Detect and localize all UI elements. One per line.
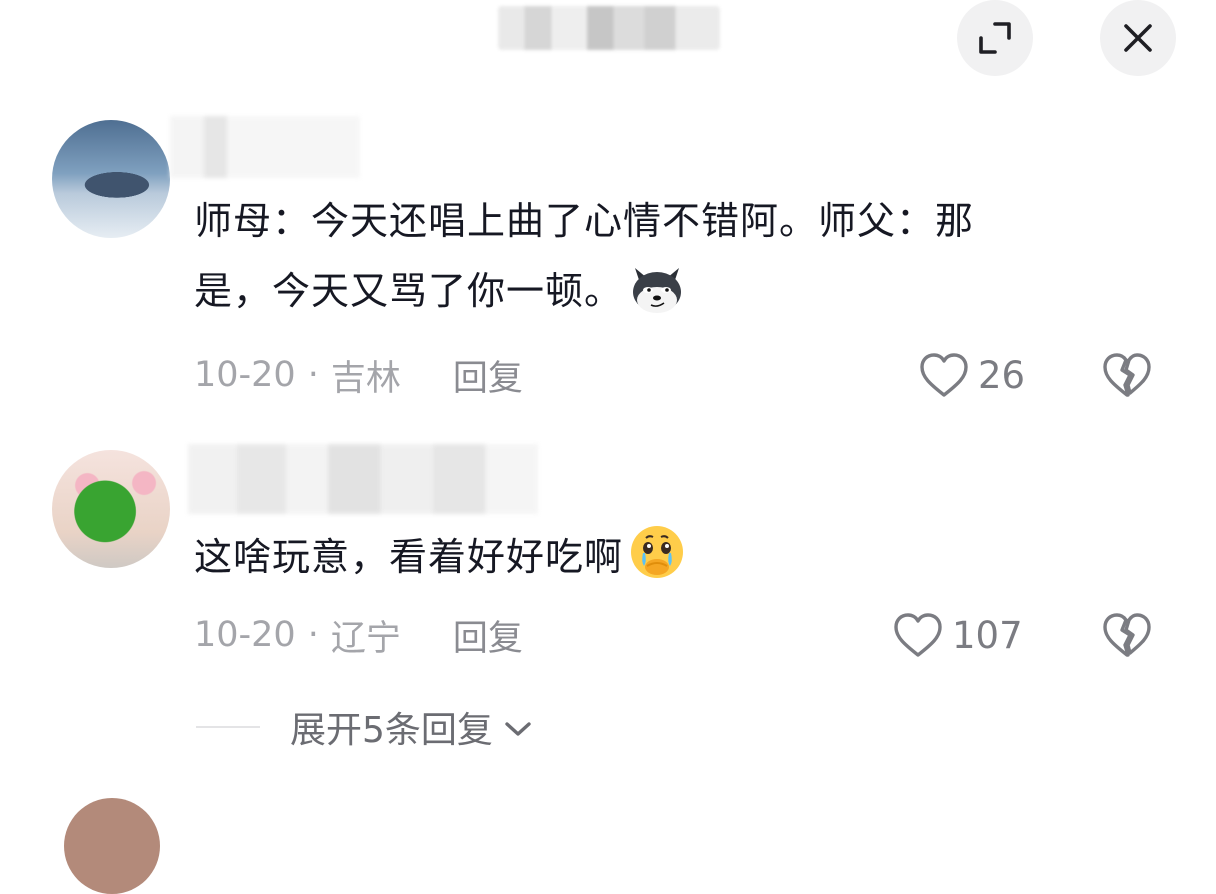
heart-icon — [894, 613, 942, 657]
heart-icon — [920, 353, 968, 397]
like-button[interactable]: 107 — [892, 610, 1023, 660]
comment-line-text: 是，今天又骂了你一顿。 — [194, 269, 624, 313]
avatar[interactable] — [52, 450, 170, 568]
holding-back-tears-emoji-icon — [631, 526, 684, 578]
comment-location: 吉林 — [330, 358, 401, 399]
broken-heart-icon — [1103, 613, 1151, 657]
blurred-username — [188, 444, 538, 514]
blurred-title — [498, 6, 720, 50]
expand-icon — [979, 22, 1011, 54]
like-count: 107 — [952, 613, 1023, 657]
meta-separator: · — [307, 615, 319, 655]
comment-meta: 10-20 · 辽宁 回复 — [194, 610, 523, 660]
comment-location: 辽宁 — [330, 618, 401, 659]
chevron-down-icon — [505, 722, 531, 736]
dislike-button[interactable] — [1100, 350, 1154, 400]
reply-button[interactable]: 回复 — [453, 350, 523, 401]
expand-replies-label: 展开5条回复 — [290, 710, 493, 751]
comment-text: 这啥玩意，看着好好吃啊 — [194, 522, 1164, 592]
comment-line-text: 这啥玩意，看着好好吃啊 — [194, 535, 624, 579]
smirking-husky-emoji-icon — [633, 268, 682, 313]
like-button[interactable]: 26 — [918, 350, 1025, 400]
comment-line: 师母：今天还唱上曲了心情不错阿。师父：那 — [194, 199, 975, 243]
comment-line: 这啥玩意，看着好好吃啊 — [194, 522, 1164, 592]
expand-button[interactable] — [957, 0, 1033, 76]
comment-date: 10-20 — [194, 355, 296, 395]
broken-heart-icon — [1103, 353, 1151, 397]
divider-line — [196, 726, 260, 728]
comment-line: 是，今天又骂了你一顿。 — [194, 256, 1164, 326]
close-button[interactable] — [1100, 0, 1176, 76]
expand-replies-button[interactable]: 展开5条回复 — [196, 700, 533, 754]
avatar[interactable] — [64, 798, 160, 894]
meta-separator: · — [307, 355, 319, 395]
comment-date: 10-20 — [194, 615, 296, 655]
blurred-username — [170, 116, 360, 178]
comment-meta: 10-20 · 吉林 回复 — [194, 350, 523, 400]
reply-button[interactable]: 回复 — [453, 610, 523, 661]
comment-text: 师母：今天还唱上曲了心情不错阿。师父：那 是，今天又骂了你一顿。 — [194, 186, 1164, 326]
dislike-button[interactable] — [1100, 610, 1154, 660]
like-count: 26 — [978, 353, 1026, 397]
close-icon — [1124, 24, 1152, 52]
avatar[interactable] — [52, 120, 170, 238]
